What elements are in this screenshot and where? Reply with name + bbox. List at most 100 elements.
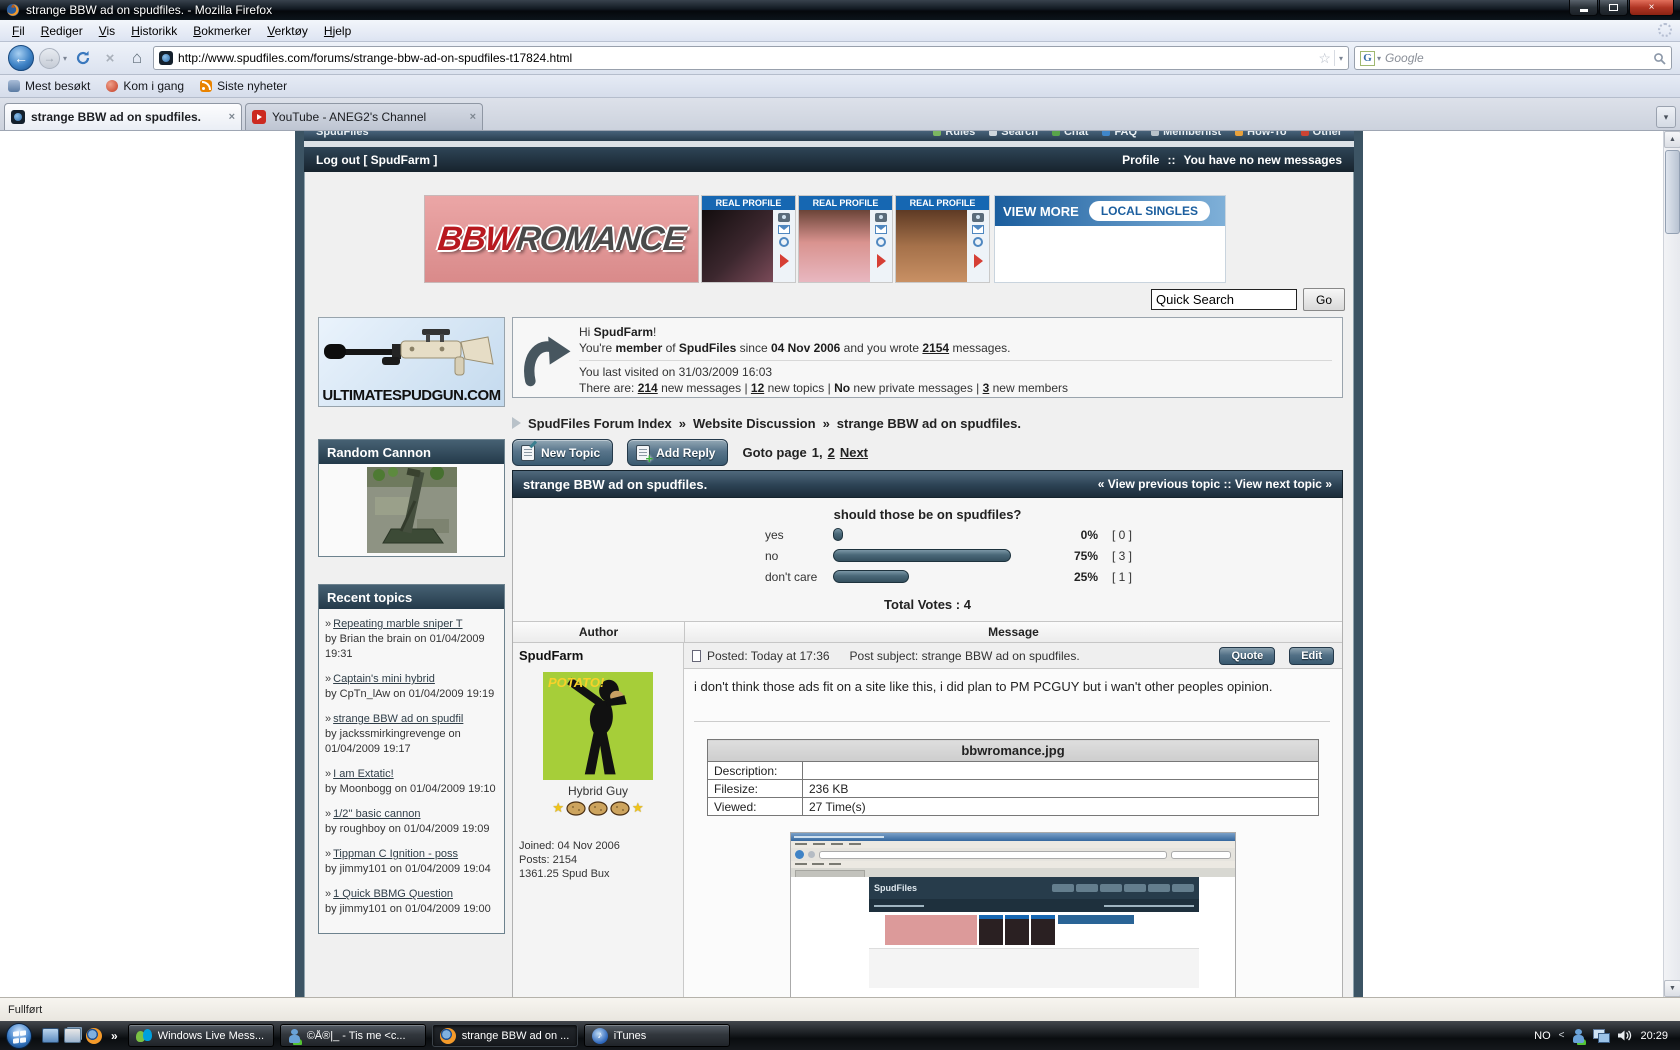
google-engine-icon[interactable]: G — [1360, 51, 1375, 66]
search-placeholder[interactable]: Google — [1385, 51, 1649, 65]
spudgun-banner[interactable]: ULTIMATESPUDGUN.COM — [318, 317, 505, 407]
profile-link[interactable]: Profile — [1122, 153, 1159, 167]
topnav-memberlist[interactable]: Memberlist — [1151, 131, 1221, 138]
arrow-icon[interactable] — [974, 254, 983, 268]
bookmark-getting-started[interactable]: Kom i gang — [106, 79, 184, 93]
back-button[interactable]: ← — [8, 45, 34, 71]
taskbar-button-itunes[interactable]: ♪ iTunes — [584, 1024, 730, 1047]
stop-button[interactable]: × — [99, 47, 121, 69]
magnifier-icon[interactable] — [779, 237, 789, 247]
add-reply-button[interactable]: Add Reply — [627, 439, 728, 466]
search-bar[interactable]: G ▾ Google — [1354, 46, 1672, 70]
network-icon[interactable] — [1593, 1029, 1609, 1042]
vertical-scrollbar[interactable]: ▲ ▼ — [1663, 131, 1680, 997]
list-all-tabs-button[interactable]: ▾ — [1656, 106, 1676, 128]
envelope-icon[interactable] — [875, 225, 887, 234]
view-more-label[interactable]: VIEW MORE — [1003, 204, 1079, 219]
scroll-down-button[interactable]: ▼ — [1664, 980, 1680, 997]
topnav-other[interactable]: Other — [1301, 131, 1342, 138]
random-cannon-image[interactable] — [367, 467, 457, 553]
attachment-filename[interactable]: bbwromance.jpg — [708, 740, 1319, 762]
taskbar-button-firefox[interactable]: strange BBW ad on ... — [432, 1024, 578, 1047]
engine-dropdown-icon[interactable]: ▾ — [1377, 54, 1381, 63]
page-2-link[interactable]: 2 — [828, 445, 835, 460]
menu-file[interactable]: Fil — [4, 22, 33, 40]
url-text[interactable]: http://www.spudfiles.com/forums/strange-… — [178, 51, 1313, 65]
start-button[interactable] — [6, 1023, 32, 1049]
topic-link[interactable]: I am Extatic! — [333, 768, 394, 780]
edit-button[interactable]: Edit — [1289, 647, 1334, 665]
firefox-quicklaunch-icon[interactable] — [86, 1028, 102, 1044]
post-author-name[interactable]: SpudFarm — [519, 648, 677, 663]
keyboard-language[interactable]: NO — [1534, 1030, 1551, 1042]
camera-icon[interactable] — [972, 213, 984, 222]
close-button[interactable]: × — [1629, 0, 1674, 16]
clock[interactable]: 20:29 — [1640, 1030, 1668, 1042]
topic-link[interactable]: Repeating marble sniper T — [333, 618, 462, 630]
next-page-link[interactable]: Next — [840, 445, 868, 460]
topic-link[interactable]: 1/2'' basic cannon — [333, 808, 420, 820]
quick-search-go-button[interactable]: Go — [1303, 288, 1345, 311]
new-topics-link[interactable]: 12 — [751, 381, 764, 395]
forward-button[interactable]: → — [39, 48, 60, 69]
logout-link[interactable]: Log out [ SpudFarm ] — [316, 153, 437, 167]
new-messages-link[interactable]: 214 — [638, 381, 658, 395]
scrollbar-thumb[interactable] — [1665, 150, 1680, 234]
quote-button[interactable]: Quote — [1219, 647, 1275, 665]
tray-expand-chevron[interactable]: < — [1559, 1030, 1565, 1041]
menu-history[interactable]: Historikk — [123, 22, 185, 40]
topnav-rules[interactable]: Rules — [933, 131, 975, 138]
arrow-icon[interactable] — [780, 254, 789, 268]
volume-icon[interactable] — [1617, 1029, 1632, 1042]
messenger-tray-icon[interactable] — [1572, 1029, 1585, 1043]
bookmark-star-icon[interactable]: ☆ — [1318, 50, 1331, 67]
banner-ad[interactable]: BBWROMANCE REAL PROFILE — [424, 195, 1234, 283]
taskbar-button-messenger[interactable]: Windows Live Mess... — [128, 1024, 274, 1047]
camera-icon[interactable] — [778, 213, 790, 222]
history-dropdown-icon[interactable]: ▾ — [63, 54, 67, 63]
menu-edit[interactable]: Rediger — [33, 22, 91, 40]
messages-count-link[interactable]: 2154 — [922, 341, 949, 355]
menu-view[interactable]: Vis — [91, 22, 123, 40]
bookmark-latest-news[interactable]: Siste nyheter — [200, 79, 287, 93]
thread-prev-next-links[interactable]: « View previous topic :: View next topic… — [1098, 477, 1332, 491]
tab-spudfiles[interactable]: strange BBW ad on spudfiles. × — [4, 103, 242, 130]
topic-link[interactable]: 1 Quick BBMG Question — [333, 888, 453, 900]
topnav-faq[interactable]: FAQ — [1102, 131, 1137, 138]
switch-windows-icon[interactable] — [64, 1028, 81, 1043]
tab-close-icon[interactable]: × — [229, 111, 235, 123]
home-button[interactable]: ⌂ — [126, 47, 148, 69]
new-topic-button[interactable]: New Topic — [512, 439, 613, 466]
menu-bookmarks[interactable]: Bokmerker — [185, 22, 259, 40]
scroll-up-button[interactable]: ▲ — [1664, 131, 1680, 148]
toolbar-overflow-chevron[interactable]: » — [111, 1029, 118, 1043]
topic-link[interactable]: Captain's mini hybrid — [333, 673, 435, 685]
url-dropdown-icon[interactable]: ▾ — [1334, 50, 1343, 66]
topnav-chat[interactable]: Chat — [1052, 131, 1088, 138]
topnav-search[interactable]: Search — [989, 131, 1038, 138]
bookmark-most-visited[interactable]: Mest besøkt — [8, 79, 90, 93]
menu-help[interactable]: Hjelp — [316, 22, 359, 40]
taskbar-button-chat[interactable]: ©Å®|_ - Tis me <c... — [280, 1024, 426, 1047]
reload-button[interactable] — [72, 47, 94, 69]
ad-profile-tile[interactable]: REAL PROFILE — [895, 195, 990, 283]
magnifier-icon[interactable] — [973, 237, 983, 247]
breadcrumb-forum-index[interactable]: SpudFiles Forum Index — [528, 416, 672, 431]
breadcrumb-section[interactable]: Website Discussion — [693, 416, 816, 431]
topic-link[interactable]: strange BBW ad on spudfil — [333, 713, 463, 725]
show-desktop-icon[interactable] — [42, 1028, 59, 1043]
menu-tools[interactable]: Verktøy — [259, 22, 316, 40]
ad-brand-panel[interactable]: BBWROMANCE — [424, 195, 699, 283]
ad-profile-tile[interactable]: REAL PROFILE — [798, 195, 893, 283]
ad-profile-tile[interactable]: REAL PROFILE — [701, 195, 796, 283]
topnav-howto[interactable]: How-To — [1235, 131, 1287, 138]
search-icon[interactable] — [1653, 52, 1666, 65]
local-singles-button[interactable]: LOCAL SINGLES — [1089, 201, 1210, 221]
camera-icon[interactable] — [875, 213, 887, 222]
minimize-button[interactable] — [1569, 0, 1598, 16]
quick-search-input[interactable] — [1151, 289, 1297, 310]
forum-brand[interactable]: SpudFiles — [316, 131, 369, 138]
tab-youtube[interactable]: YouTube - ANEG2's Channel × — [245, 103, 483, 130]
envelope-icon[interactable] — [972, 225, 984, 234]
envelope-icon[interactable] — [778, 225, 790, 234]
